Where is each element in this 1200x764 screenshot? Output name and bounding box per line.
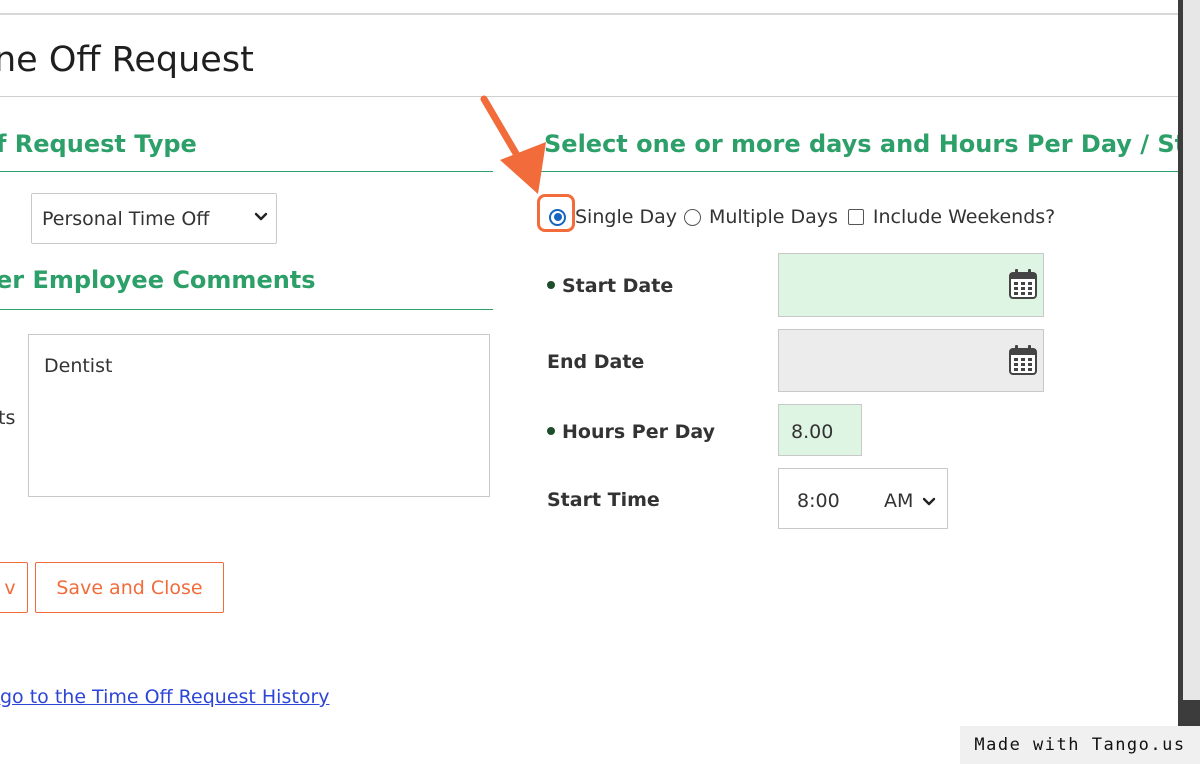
include-weekends-checkbox[interactable] bbox=[847, 209, 864, 225]
comments-textarea[interactable]: Dentist bbox=[28, 334, 490, 497]
top-divider bbox=[0, 13, 1178, 15]
end-date-field[interactable] bbox=[778, 329, 1044, 392]
start-date-label: Start Date bbox=[547, 275, 673, 297]
request-type-rule bbox=[0, 171, 493, 172]
required-indicator bbox=[547, 281, 555, 289]
include-weekends-label[interactable]: Include Weekends? bbox=[873, 206, 1055, 228]
start-time-select[interactable]: 8:00 AM bbox=[778, 468, 948, 529]
scrollbar-thumb[interactable] bbox=[1183, 0, 1200, 700]
hours-per-day-label: Hours Per Day bbox=[547, 421, 715, 443]
comments-heading: er Employee Comments bbox=[0, 266, 316, 294]
comments-rule bbox=[0, 309, 493, 310]
multiple-days-radio[interactable] bbox=[683, 208, 701, 226]
page-title: ne Off Request bbox=[0, 40, 254, 80]
hours-per-day-input[interactable]: 8.00 bbox=[778, 404, 862, 456]
request-type-select-value: Personal Time Off bbox=[42, 207, 210, 230]
calendar-icon[interactable] bbox=[1008, 344, 1038, 376]
request-type-select[interactable]: Personal Time Off bbox=[31, 193, 277, 244]
end-date-label: End Date bbox=[547, 351, 645, 373]
start-date-field[interactable] bbox=[778, 253, 1044, 317]
title-divider bbox=[0, 96, 1178, 97]
comments-label: ts bbox=[0, 407, 16, 429]
days-hours-rule bbox=[540, 171, 1178, 172]
required-indicator bbox=[547, 427, 555, 435]
tango-badge: Made with Tango.us bbox=[960, 726, 1200, 764]
pointer-arrow-icon bbox=[480, 95, 546, 194]
single-day-label[interactable]: Single Day bbox=[575, 206, 677, 228]
partial-button[interactable]: v bbox=[0, 562, 28, 613]
day-options-row: Single Day Multiple Days Include Weekend… bbox=[542, 202, 1055, 232]
start-time-value: 8:00 bbox=[797, 490, 840, 512]
chevron-down-icon bbox=[922, 497, 936, 506]
save-and-close-button[interactable]: Save and Close bbox=[35, 562, 224, 613]
days-hours-heading: Select one or more days and Hours Per Da… bbox=[544, 130, 1200, 158]
single-day-radio[interactable] bbox=[549, 208, 566, 226]
history-link[interactable]: go to the Time Off Request History bbox=[0, 686, 330, 708]
start-time-ampm: AM bbox=[884, 490, 914, 512]
multiple-days-label[interactable]: Multiple Days bbox=[709, 206, 838, 228]
chevron-down-icon bbox=[254, 212, 268, 221]
start-time-label: Start Time bbox=[547, 489, 660, 511]
request-type-heading: f Request Type bbox=[0, 130, 197, 158]
calendar-icon[interactable] bbox=[1008, 268, 1038, 300]
